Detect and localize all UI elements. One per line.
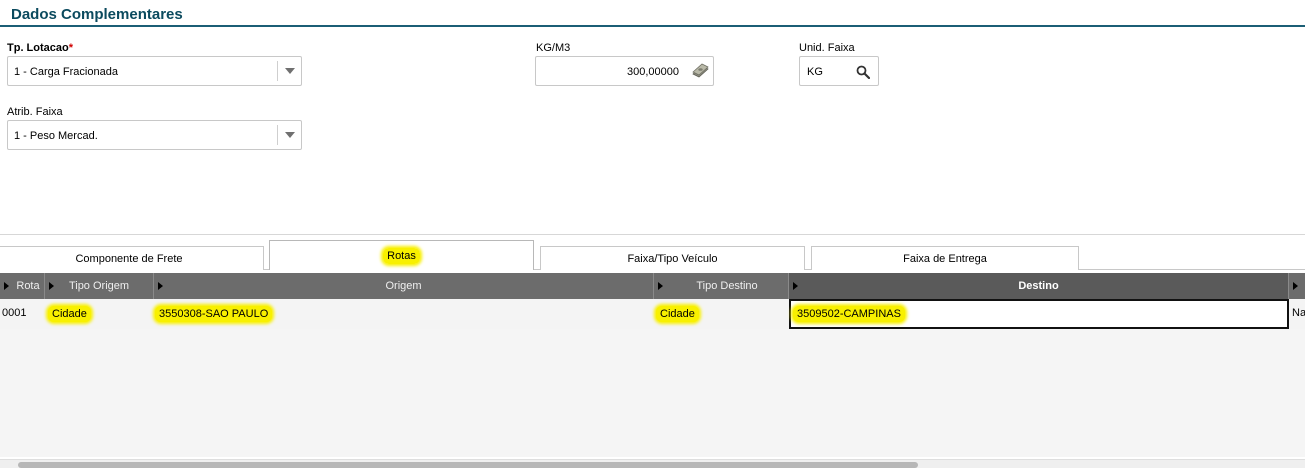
grid-header: Rota Tipo Origem Origem Tipo Destino Des…	[0, 273, 1305, 299]
atrib-faixa-label: Atrib. Faixa	[7, 106, 63, 118]
tab-label: Faixa/Tipo Veículo	[627, 253, 718, 265]
atrib-faixa-select[interactable]: 1 - Peso Mercad.	[7, 120, 302, 150]
tab-label: Componente de Frete	[75, 253, 183, 265]
tp-lotacao-label: Tp. Lotacao*	[7, 42, 73, 54]
grid-body: 0001 Cidade 3550308-SAO PAULO Cidade 350…	[0, 299, 1305, 457]
cell-rota[interactable]: 0001	[2, 307, 26, 319]
unid-faixa-value: KG	[807, 66, 823, 78]
kg-m3-input[interactable]: 300,00000	[535, 56, 714, 86]
kg-m3-label: KG/M3	[536, 42, 571, 54]
search-icon[interactable]	[856, 65, 870, 79]
horizontal-scrollbar-thumb[interactable]	[18, 462, 918, 468]
money-icon[interactable]	[691, 63, 709, 79]
tabbar-divider	[0, 234, 1305, 235]
unid-faixa-label: Unid. Faixa	[799, 42, 855, 54]
chevron-down-icon[interactable]	[285, 68, 295, 74]
cell-origem[interactable]: 3550308-SAO PAULO	[155, 306, 273, 322]
chevron-down-icon[interactable]	[285, 132, 295, 138]
cell-tipo-destino[interactable]: Cidade	[656, 306, 699, 322]
section-title: Dados Complementares	[11, 6, 183, 23]
section-divider	[0, 25, 1305, 27]
cell-extra[interactable]: Na	[1292, 307, 1305, 319]
column-header-tipo-destino[interactable]: Tipo Destino	[654, 273, 789, 299]
tp-lotacao-value: 1 - Carga Fracionada	[14, 66, 118, 78]
kg-m3-value: 300,00000	[627, 66, 679, 78]
sort-arrow-icon	[1293, 282, 1298, 290]
column-header-label: Origem	[385, 280, 422, 292]
select-separator	[277, 125, 278, 145]
column-header-label: Tipo Origem	[68, 280, 130, 292]
column-header-origem[interactable]: Origem	[154, 273, 654, 299]
tp-lotacao-select[interactable]: 1 - Carga Fracionada	[7, 56, 302, 86]
unid-faixa-input[interactable]: KG	[799, 56, 879, 86]
column-header-rota[interactable]: Rota	[0, 273, 45, 299]
column-header-label: Destino	[1018, 280, 1059, 292]
column-header-tipo-origem[interactable]: Tipo Origem	[45, 273, 154, 299]
tab-faixa-tipo-veiculo[interactable]: Faixa/Tipo Veículo	[540, 246, 805, 270]
table-row[interactable]: 0001 Cidade 3550308-SAO PAULO Cidade 350…	[0, 299, 1305, 329]
tp-lotacao-label-text: Tp. Lotacao	[7, 42, 69, 54]
cell-destino-value: 3509502-CAMPINAS	[793, 306, 905, 322]
tab-componente-de-frete[interactable]: Componente de Frete	[0, 246, 264, 270]
cell-tipo-origem[interactable]: Cidade	[48, 306, 91, 322]
atrib-faixa-value: 1 - Peso Mercad.	[14, 130, 98, 142]
column-header-next[interactable]	[1289, 273, 1305, 299]
select-separator	[277, 61, 278, 81]
required-mark: *	[68, 42, 74, 54]
tab-label: Faixa de Entrega	[903, 253, 987, 265]
tab-label: Rotas	[383, 248, 420, 264]
cell-destino[interactable]: 3509502-CAMPINAS	[789, 299, 1289, 329]
tab-rotas[interactable]: Rotas	[269, 240, 534, 270]
tab-faixa-de-entrega[interactable]: Faixa de Entrega	[811, 246, 1079, 270]
column-header-label: Rota	[16, 280, 40, 292]
column-header-destino[interactable]: Destino	[789, 273, 1289, 299]
column-header-label: Tipo Destino	[696, 280, 758, 292]
